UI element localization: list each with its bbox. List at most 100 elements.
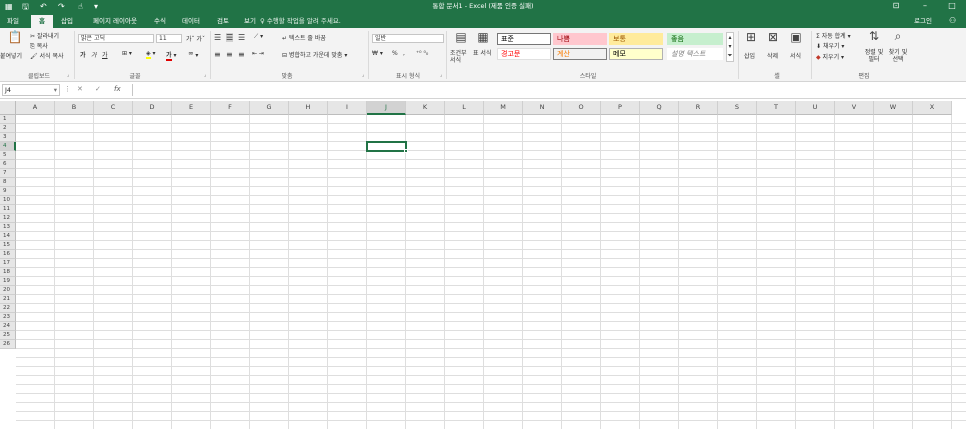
- format-painter-button[interactable]: 🖌 서식 복사: [30, 51, 64, 60]
- insert-function-icon[interactable]: fx: [114, 85, 121, 93]
- column-header-k[interactable]: K: [406, 101, 445, 115]
- column-header-m[interactable]: M: [484, 101, 523, 115]
- row-header-9[interactable]: 9: [0, 187, 16, 196]
- percent-button[interactable]: %: [392, 50, 398, 57]
- number-format-combo[interactable]: 일반: [372, 34, 444, 43]
- row-header-5[interactable]: 5: [0, 151, 16, 160]
- paste-icon[interactable]: 📋: [4, 30, 26, 44]
- column-header-u[interactable]: U: [796, 101, 835, 115]
- wrap-text-button[interactable]: ↵ 텍스트 줄 바꿈: [282, 33, 326, 42]
- column-header-h[interactable]: H: [289, 101, 328, 115]
- row-header-16[interactable]: 16: [0, 250, 16, 259]
- tab-formulas[interactable]: 수식: [150, 15, 170, 28]
- insert-cells-button[interactable]: 삽입: [744, 51, 755, 60]
- column-header-f[interactable]: F: [211, 101, 250, 115]
- fill-color-icon[interactable]: ◈ ▾: [146, 50, 156, 59]
- row-header-8[interactable]: 8: [0, 178, 16, 187]
- cancel-icon[interactable]: ✕: [77, 85, 83, 93]
- sort-filter-icon[interactable]: ⇅: [866, 29, 882, 43]
- column-header-j[interactable]: J: [367, 101, 406, 115]
- border-icon[interactable]: ⊞ ▾: [122, 50, 132, 57]
- row-header-11[interactable]: 11: [0, 205, 16, 214]
- row-header-26[interactable]: 26: [0, 340, 16, 349]
- style-cell-6[interactable]: 메모: [609, 48, 663, 60]
- row-header-7[interactable]: 7: [0, 169, 16, 178]
- style-cell-4[interactable]: 경고문: [497, 48, 551, 60]
- column-header-d[interactable]: D: [133, 101, 172, 115]
- tab-insert[interactable]: 삽입: [56, 15, 78, 28]
- column-header-s[interactable]: S: [718, 101, 757, 115]
- currency-icon[interactable]: ₩ ▾: [372, 50, 383, 57]
- style-cell-3[interactable]: 좋음: [667, 33, 723, 45]
- style-cell-7[interactable]: 설명 텍스트: [667, 48, 723, 60]
- style-cell-5[interactable]: 계산: [553, 48, 607, 60]
- conditional-format-button[interactable]: 조건부 서식: [450, 50, 472, 64]
- merge-center-button[interactable]: ⊟ 병합하고 가운데 맞춤 ▾: [282, 50, 347, 59]
- align-center-icon[interactable]: ≡: [226, 50, 233, 59]
- column-header-q[interactable]: Q: [640, 101, 679, 115]
- tab-home[interactable]: 홈: [31, 15, 53, 28]
- fill-handle[interactable]: [404, 149, 408, 153]
- format-cells-icon[interactable]: ▣: [787, 30, 805, 44]
- tab-page-layout[interactable]: 페이지 레이아웃: [87, 15, 143, 28]
- column-header-l[interactable]: L: [445, 101, 484, 115]
- row-header-14[interactable]: 14: [0, 232, 16, 241]
- column-header-o[interactable]: O: [562, 101, 601, 115]
- row-header-3[interactable]: 3: [0, 133, 16, 142]
- tab-file[interactable]: 파일: [2, 15, 24, 28]
- font-launcher-icon[interactable]: ⌟: [204, 72, 206, 78]
- sort-filter-button[interactable]: 정렬 및 필터: [862, 49, 886, 63]
- row-header-21[interactable]: 21: [0, 295, 16, 304]
- active-cell[interactable]: [366, 141, 407, 152]
- row-header-20[interactable]: 20: [0, 286, 16, 295]
- table-format-button[interactable]: 표 서식: [473, 50, 495, 57]
- fill-button[interactable]: ⬇ 채우기 ▾: [816, 41, 844, 50]
- phonetic-icon[interactable]: ᄈ ▾: [188, 50, 198, 59]
- align-left-icon[interactable]: ≡: [214, 50, 221, 59]
- cut-button[interactable]: ✂ 잘라내기: [30, 31, 59, 40]
- row-header-22[interactable]: 22: [0, 304, 16, 313]
- row-header-12[interactable]: 12: [0, 214, 16, 223]
- indent-icon[interactable]: ⇤ ⇥: [252, 50, 264, 57]
- find-select-button[interactable]: 찾기 및 선택: [886, 49, 910, 63]
- column-header-t[interactable]: T: [757, 101, 796, 115]
- alignment-launcher-icon[interactable]: ⌟: [362, 72, 364, 78]
- column-header-g[interactable]: G: [250, 101, 289, 115]
- paste-button[interactable]: 붙여넣기: [0, 51, 22, 60]
- align-right-icon[interactable]: ≡: [238, 50, 245, 59]
- comma-button[interactable]: ,: [403, 50, 405, 57]
- row-header-24[interactable]: 24: [0, 322, 16, 331]
- row-header-6[interactable]: 6: [0, 160, 16, 169]
- name-box[interactable]: J4 ▾: [2, 84, 60, 96]
- maximize-icon[interactable]: □: [942, 0, 962, 13]
- ribbon-display-icon[interactable]: ⊡: [886, 0, 906, 13]
- grow-font-icon[interactable]: 가ˆ 가ˇ: [186, 34, 205, 43]
- minimize-icon[interactable]: –: [915, 0, 935, 13]
- autosum-button[interactable]: Σ 자동 합계 ▾: [816, 31, 851, 40]
- top-align-icon[interactable]: ☰: [214, 33, 221, 42]
- insert-cells-icon[interactable]: ⊞: [742, 30, 760, 44]
- conditional-format-icon[interactable]: ▤: [452, 30, 470, 44]
- underline-button[interactable]: 가: [102, 50, 108, 59]
- copy-button[interactable]: ⎘ 복사: [30, 41, 48, 51]
- row-header-2[interactable]: 2: [0, 124, 16, 133]
- tell-me-box[interactable]: ♀ 수행할 작업을 알려 주세요.: [260, 15, 341, 27]
- row-header-23[interactable]: 23: [0, 313, 16, 322]
- row-header-1[interactable]: 1: [0, 115, 16, 124]
- font-color-icon[interactable]: 가 ▾: [166, 50, 176, 61]
- column-header-w[interactable]: W: [874, 101, 913, 115]
- style-cell-0[interactable]: 표준: [497, 33, 551, 45]
- enter-icon[interactable]: ✓: [95, 85, 101, 93]
- formula-input[interactable]: [132, 84, 964, 96]
- column-header-a[interactable]: A: [16, 101, 55, 115]
- table-format-icon[interactable]: ▦: [474, 30, 492, 44]
- share-icon[interactable]: ⚇: [949, 15, 956, 27]
- column-header-r[interactable]: R: [679, 101, 718, 115]
- row-header-4[interactable]: 4: [0, 142, 16, 151]
- column-header-n[interactable]: N: [523, 101, 562, 115]
- gallery-scroll-icon[interactable]: ▴ ▾ ⏷: [726, 32, 734, 62]
- tab-data[interactable]: 데이터: [178, 15, 204, 28]
- column-header-p[interactable]: P: [601, 101, 640, 115]
- column-header-x[interactable]: X: [913, 101, 952, 115]
- cell-grid[interactable]: [16, 115, 966, 429]
